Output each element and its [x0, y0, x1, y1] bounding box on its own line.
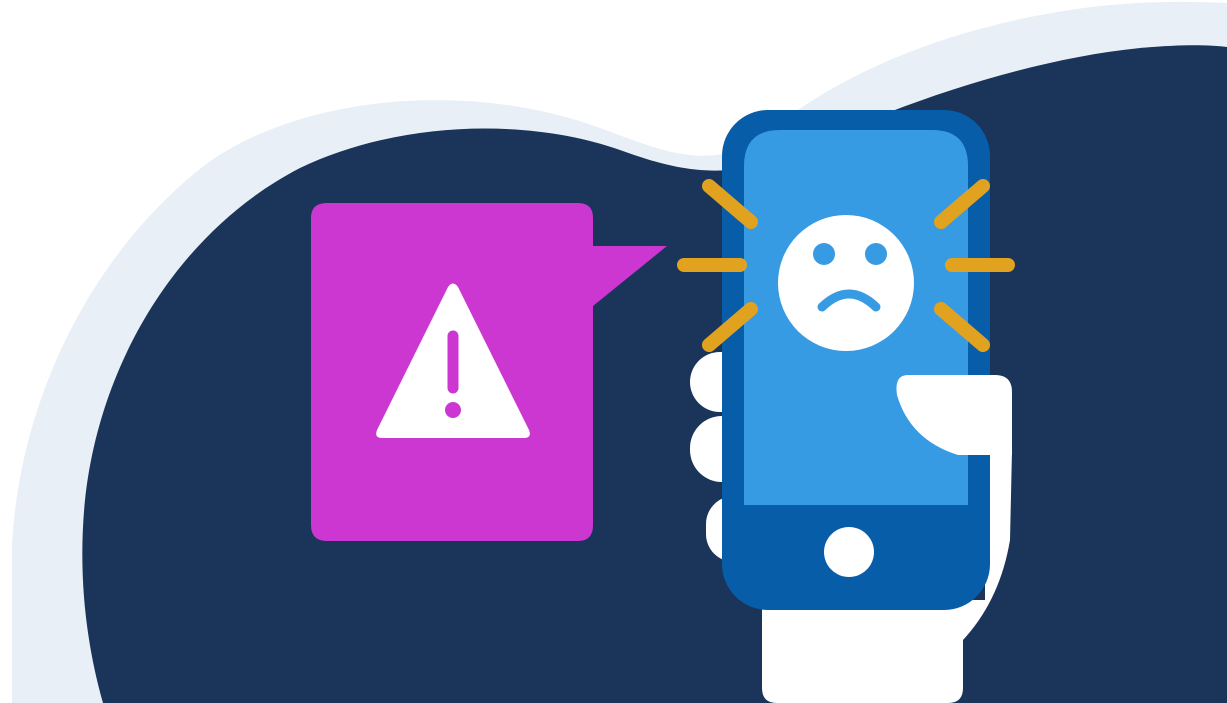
sad-face-icon — [778, 215, 914, 351]
face-circle — [778, 215, 914, 351]
warning-exclamation-dot — [445, 402, 461, 418]
illustration — [0, 0, 1227, 703]
smartphone-icon — [722, 110, 990, 610]
phone-home-button — [824, 527, 874, 577]
face-right-eye — [865, 243, 887, 265]
illustration-canvas — [12, 1, 1227, 703]
face-left-eye — [813, 243, 835, 265]
